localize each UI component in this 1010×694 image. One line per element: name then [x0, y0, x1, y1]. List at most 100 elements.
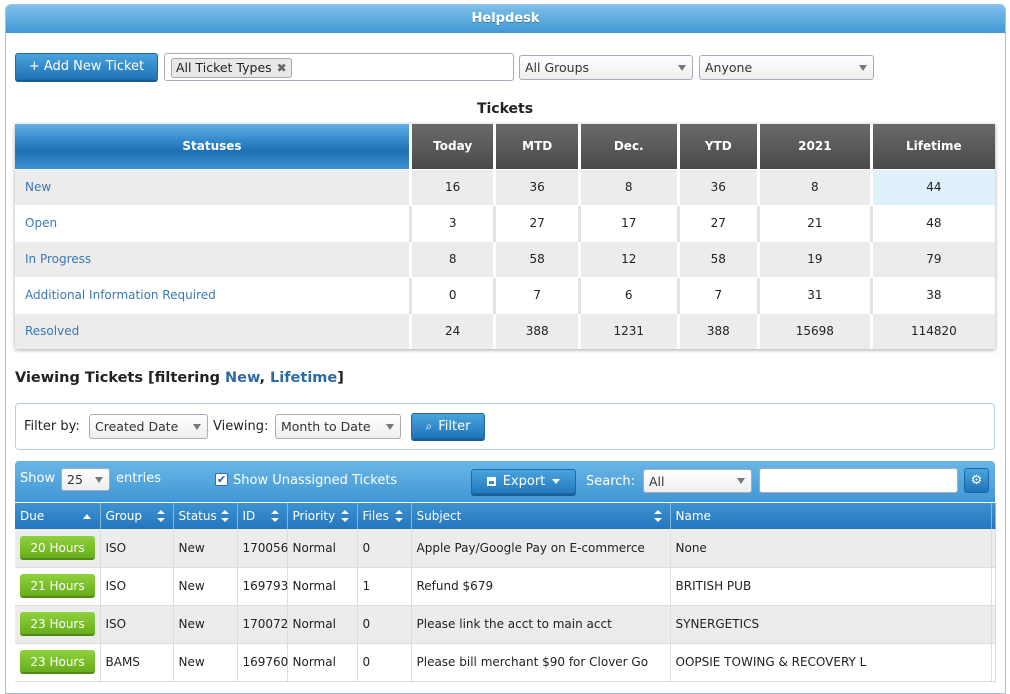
- status-row-new: New 16 36 8 36 8 44: [15, 168, 995, 205]
- status-row-open: Open 3 27 17 27 21 48: [15, 204, 995, 241]
- assignee-select-value: Anyone: [705, 60, 753, 75]
- stat-cell[interactable]: 388: [493, 312, 580, 349]
- table-row[interactable]: 23 Hours ISO New 170072 Normal 0 Please …: [15, 605, 996, 644]
- files-cell: 1: [357, 567, 412, 606]
- col-header-status[interactable]: Status: [173, 503, 238, 529]
- col-header-name-label: Name: [675, 509, 711, 523]
- stat-cell[interactable]: 3: [408, 204, 495, 241]
- filter-button[interactable]: ⌕ Filter: [411, 413, 485, 439]
- col-header-id[interactable]: ID: [237, 503, 288, 529]
- stat-cell[interactable]: 15698: [757, 312, 872, 349]
- unassigned-checkbox[interactable]: ✔: [215, 473, 228, 486]
- due-badge[interactable]: 23 Hours: [20, 612, 95, 636]
- table-row[interactable]: 20 Hours ISO New 170056 Normal 0 Apple P…: [15, 529, 996, 568]
- status-link[interactable]: New: [15, 168, 411, 205]
- stat-cell[interactable]: 58: [493, 240, 580, 277]
- group-cell: ISO: [100, 605, 174, 644]
- id-cell[interactable]: 169793: [237, 567, 288, 606]
- col-header-name[interactable]: Name: [670, 503, 992, 529]
- id-cell[interactable]: 169760: [237, 643, 288, 682]
- subject-cell[interactable]: Refund $679: [411, 567, 671, 606]
- assignee-select[interactable]: Anyone: [699, 55, 874, 80]
- subject-cell[interactable]: Please bill merchant $90 for Clover Go: [411, 643, 671, 682]
- stat-cell[interactable]: 38: [869, 276, 995, 313]
- id-cell[interactable]: 170072: [237, 605, 288, 644]
- viewing-period-value: Month to Date: [281, 419, 371, 434]
- stat-cell[interactable]: 0: [408, 276, 495, 313]
- stat-cell[interactable]: 8: [408, 240, 495, 277]
- stat-cell[interactable]: 36: [493, 168, 580, 205]
- stat-cell[interactable]: 114820: [869, 312, 995, 349]
- col-header-lifetime[interactable]: Lifetime: [869, 124, 995, 169]
- stat-cell[interactable]: 21: [757, 204, 872, 241]
- files-cell: 0: [357, 605, 412, 644]
- settings-button[interactable]: ⚙: [964, 468, 989, 493]
- sort-asc-icon: [82, 514, 91, 519]
- status-link[interactable]: In Progress: [15, 240, 411, 277]
- stat-cell[interactable]: 24: [408, 312, 495, 349]
- subject-cell[interactable]: Please link the acct to main acct: [411, 605, 671, 644]
- stat-cell[interactable]: 79: [869, 240, 995, 277]
- entries-select[interactable]: 25: [61, 468, 110, 491]
- group-cell: BAMS: [100, 643, 174, 682]
- stat-cell[interactable]: 19: [757, 240, 872, 277]
- due-badge[interactable]: 20 Hours: [20, 535, 95, 560]
- viewing-period-select[interactable]: Month to Date: [275, 414, 401, 439]
- col-header-priority[interactable]: Priority: [287, 503, 358, 529]
- due-badge[interactable]: 23 Hours: [20, 650, 95, 674]
- status-cell: New: [173, 529, 238, 568]
- priority-cell: Normal: [287, 643, 358, 682]
- statuses-header: Statuses: [15, 124, 411, 169]
- add-new-ticket-button[interactable]: + Add New Ticket: [15, 53, 158, 80]
- stat-cell[interactable]: 8: [577, 168, 679, 205]
- col-header-month[interactable]: Dec.: [577, 124, 679, 169]
- chip-remove-icon[interactable]: ✖: [277, 59, 287, 77]
- viewing-suffix: ]: [337, 370, 344, 386]
- col-header-subject[interactable]: Subject: [411, 503, 671, 529]
- group-cell: ISO: [100, 567, 174, 606]
- stat-cell[interactable]: 1231: [577, 312, 679, 349]
- stat-cell[interactable]: 8: [757, 168, 872, 205]
- stat-cell[interactable]: 7: [676, 276, 759, 313]
- stat-cell[interactable]: 12: [577, 240, 679, 277]
- col-header-files[interactable]: Files: [357, 503, 412, 529]
- col-header-year[interactable]: 2021: [757, 124, 872, 169]
- stat-cell[interactable]: 27: [676, 204, 759, 241]
- stat-cell[interactable]: 6: [577, 276, 679, 313]
- filter-by-select[interactable]: Created Date: [89, 414, 208, 439]
- stat-cell[interactable]: 17: [577, 204, 679, 241]
- col-header-ytd[interactable]: YTD: [676, 124, 759, 169]
- stat-cell[interactable]: 16: [408, 168, 495, 205]
- col-header-due[interactable]: Due: [15, 503, 101, 529]
- status-cell: New: [173, 605, 238, 644]
- status-link[interactable]: Additional Information Required: [15, 276, 411, 313]
- col-header-today[interactable]: Today: [408, 124, 495, 169]
- id-cell[interactable]: 170056: [237, 529, 288, 568]
- export-button[interactable]: Export: [471, 469, 576, 494]
- stat-cell[interactable]: 48: [869, 204, 995, 241]
- due-badge[interactable]: 21 Hours: [20, 574, 95, 598]
- col-header-mtd[interactable]: MTD: [493, 124, 580, 169]
- table-row[interactable]: 21 Hours ISO New 169793 Normal 1 Refund …: [15, 567, 996, 606]
- status-link[interactable]: Open: [15, 204, 411, 241]
- status-link[interactable]: Resolved: [15, 312, 411, 349]
- stat-cell[interactable]: 27: [493, 204, 580, 241]
- stat-cell[interactable]: 31: [757, 276, 872, 313]
- stat-cell[interactable]: 36: [676, 168, 759, 205]
- stat-cell[interactable]: 58: [676, 240, 759, 277]
- stat-cell-selected[interactable]: 44: [869, 168, 995, 205]
- stat-cell[interactable]: 388: [676, 312, 759, 349]
- ticket-type-filter-input[interactable]: All Ticket Types ✖: [164, 53, 514, 81]
- subject-cell[interactable]: Apple Pay/Google Pay on E-commerce: [411, 529, 671, 568]
- table-row[interactable]: 23 Hours BAMS New 169760 Normal 0 Please…: [15, 643, 996, 682]
- stat-cell[interactable]: 7: [493, 276, 580, 313]
- search-label: Search:: [586, 474, 636, 489]
- sort-icon: [394, 510, 403, 522]
- status-cell: New: [173, 643, 238, 682]
- groups-select[interactable]: All Groups: [519, 55, 693, 80]
- groups-select-value: All Groups: [525, 60, 590, 75]
- col-header-group[interactable]: Group: [100, 503, 174, 529]
- unassigned-label[interactable]: Show Unassigned Tickets: [233, 473, 397, 488]
- search-input[interactable]: [759, 468, 958, 493]
- search-scope-select[interactable]: All: [643, 469, 752, 493]
